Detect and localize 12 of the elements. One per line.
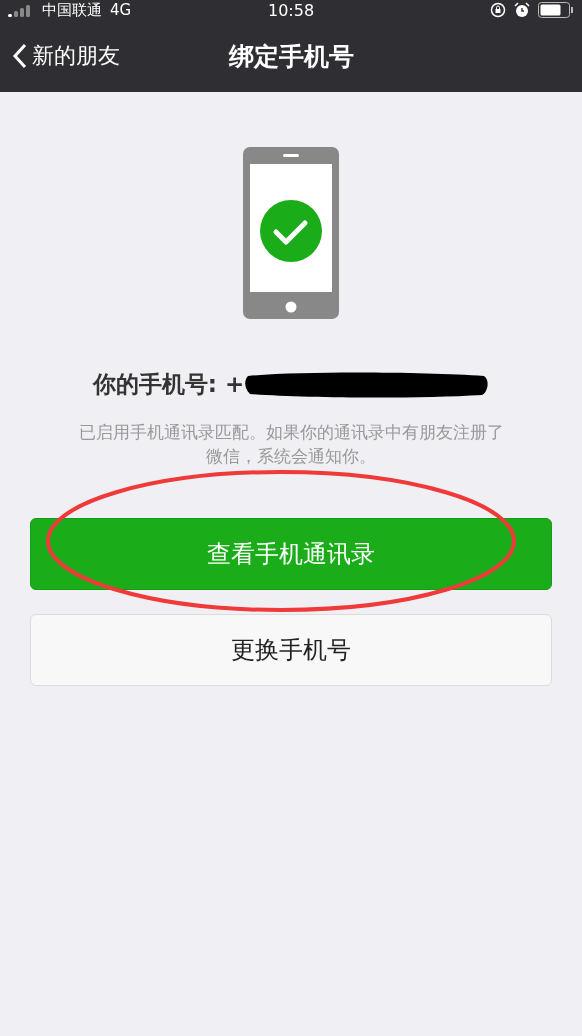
network-type: 4G — [110, 1, 132, 19]
carrier-name: 中国联通 — [42, 0, 102, 20]
page-title: 绑定手机号 — [228, 40, 354, 73]
phone-check-icon — [243, 147, 339, 319]
battery-icon — [538, 2, 574, 18]
back-chevron-icon — [12, 43, 28, 69]
phone-number-label: 你的手机号: + — [92, 370, 245, 399]
change-number-button[interactable]: 更换手机号 — [30, 614, 552, 686]
hint-text: 已启用手机通讯录匹配。如果你的通讯录中有朋友注册了微信，系统会通知你。 — [77, 421, 505, 468]
rotation-lock-icon — [490, 2, 506, 18]
clock-time: 10:58 — [267, 0, 315, 20]
back-button[interactable]: 新的朋友 — [0, 41, 120, 71]
